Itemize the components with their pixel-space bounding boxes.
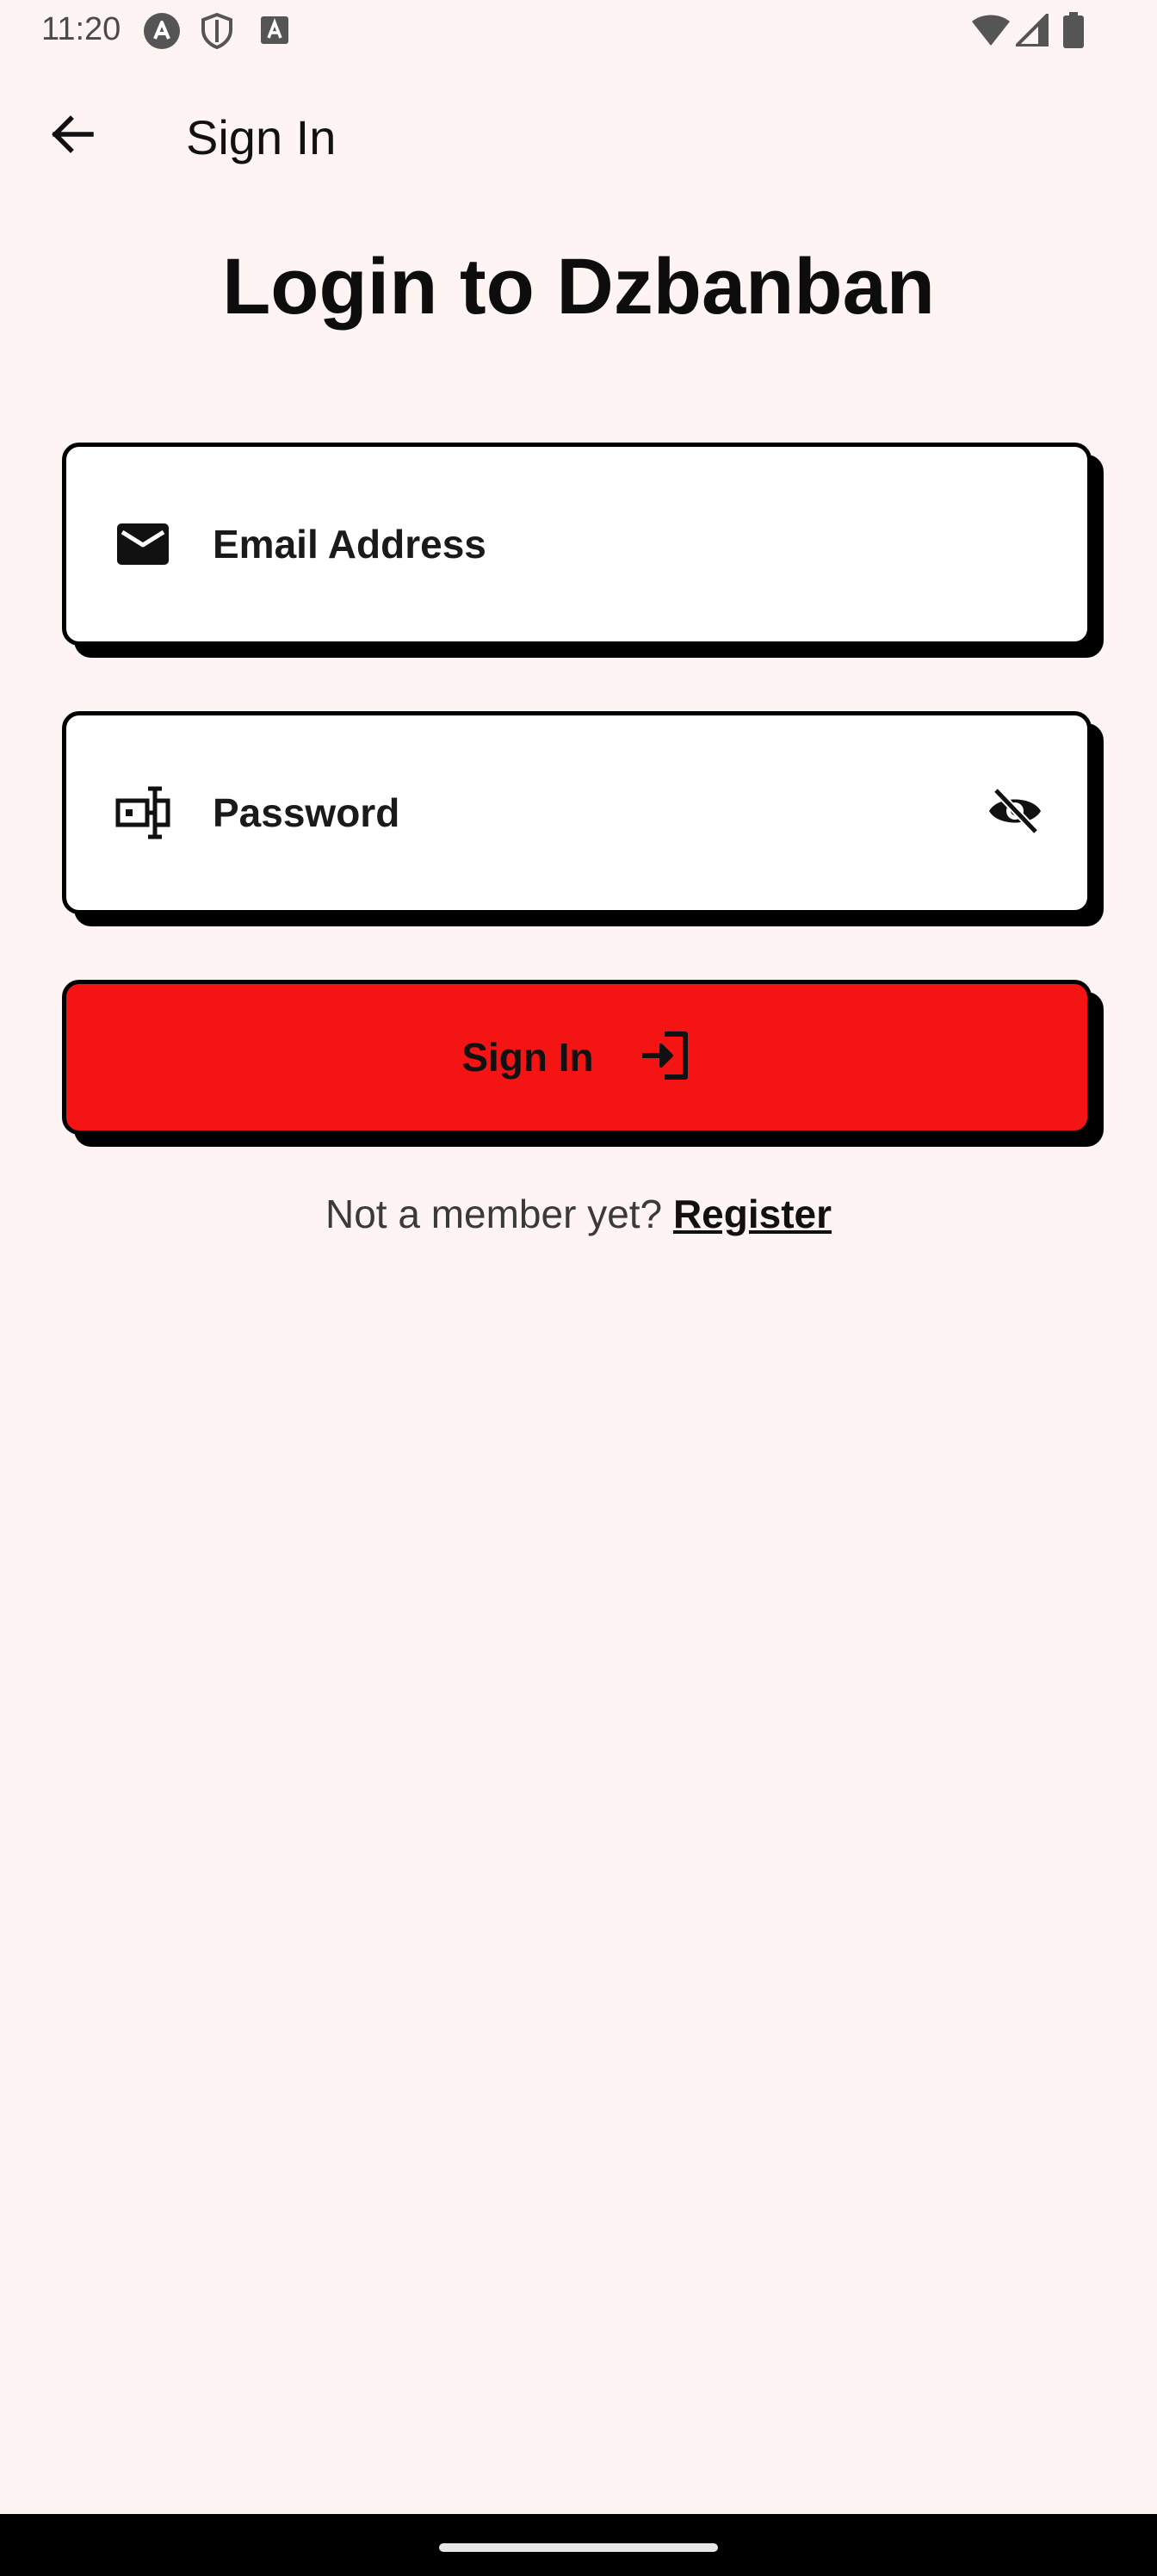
password-placeholder: Password <box>213 790 400 835</box>
email-field[interactable]: Email Address <box>62 443 1092 646</box>
password-key-icon <box>113 783 173 843</box>
register-link[interactable]: Register <box>673 1192 832 1236</box>
sign-in-button-label: Sign In <box>461 1035 594 1080</box>
battery-icon <box>1062 12 1085 53</box>
signal-icon <box>1012 10 1049 51</box>
home-gesture-handle[interactable] <box>439 2543 718 2552</box>
toggle-password-visibility-button[interactable] <box>981 778 1049 847</box>
screen: 11:20 Sign In Login to Dzbanban Email Ad… <box>0 0 1157 2576</box>
app-bar: Sign In <box>0 86 1157 183</box>
register-prompt: Not a member yet? Register <box>0 1188 1157 1240</box>
back-button[interactable] <box>31 95 114 177</box>
sign-in-button-container: Sign In <box>62 980 1104 1147</box>
password-field[interactable]: Password <box>62 711 1092 914</box>
system-navigation-bar <box>0 2514 1157 2576</box>
email-field-container: Email Address <box>62 443 1104 658</box>
login-icon <box>639 1029 692 1087</box>
assistant-icon <box>143 12 181 54</box>
arrow-back-icon <box>48 110 96 163</box>
email-placeholder: Email Address <box>213 522 486 567</box>
status-time: 11:20 <box>41 11 121 47</box>
status-bar: 11:20 <box>0 0 1157 60</box>
page-title: Login to Dzbanban <box>222 243 935 331</box>
password-field-container: Password <box>62 711 1104 926</box>
sign-in-button[interactable]: Sign In <box>62 980 1092 1135</box>
wifi-icon <box>971 14 1011 51</box>
app-bar-title: Sign In <box>186 110 337 164</box>
register-prompt-text: Not a member yet? <box>325 1192 663 1236</box>
shield-icon <box>200 12 234 54</box>
eye-off-icon <box>986 787 1044 839</box>
text-a-icon <box>260 15 289 49</box>
mail-icon <box>113 514 173 574</box>
